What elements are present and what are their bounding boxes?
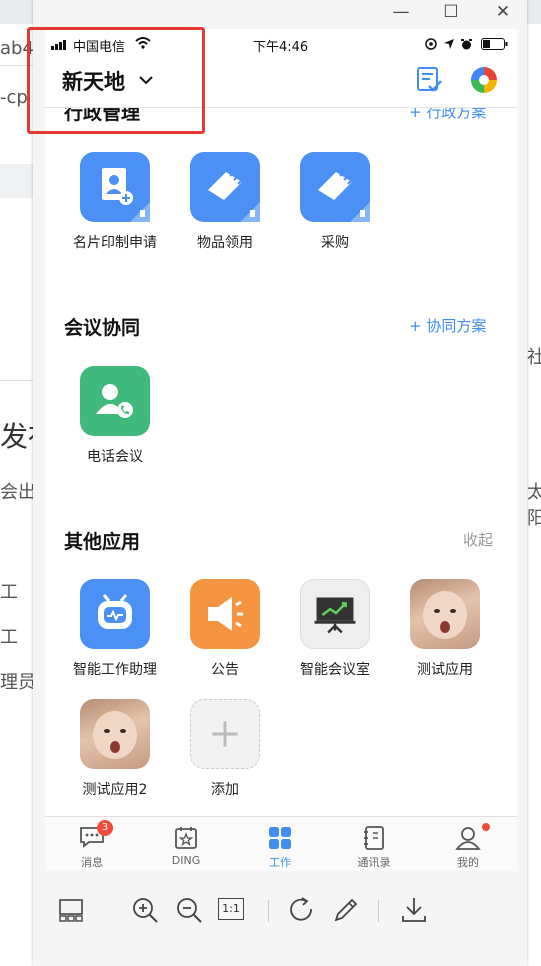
background-fragment: 社	[527, 347, 541, 368]
app-label: 智能工作助理	[73, 662, 157, 678]
workspace-logo-icon[interactable]	[470, 66, 498, 94]
tab-label: 工作	[269, 856, 291, 869]
location-lock-icon	[425, 38, 437, 50]
section-title-other: 其他应用	[64, 531, 141, 553]
background-divider	[0, 380, 33, 381]
tab-label: 消息	[81, 856, 103, 869]
maximize-button[interactable]: ☐	[439, 2, 463, 22]
app-label: 公告	[211, 662, 239, 678]
time-label: 下午4:46	[253, 40, 309, 55]
megaphone-icon	[190, 579, 260, 649]
background-fragment: 理员	[0, 672, 36, 693]
download-icon[interactable]	[399, 895, 429, 925]
phone-conference-icon	[80, 366, 150, 436]
zoom-out-icon[interactable]	[174, 895, 204, 925]
actual-size-button[interactable]: 1:1	[218, 898, 244, 920]
tab-messages[interactable]: 3 消息	[45, 817, 139, 871]
tab-label: 我的	[457, 856, 479, 869]
minimize-button[interactable]: —	[389, 2, 413, 22]
notification-dot	[482, 823, 490, 831]
battery-icon	[481, 38, 508, 50]
app-label: 名片印制申请	[73, 235, 157, 251]
highlight-box	[27, 27, 205, 134]
background-fragment: 太阳	[527, 482, 541, 529]
rotate-icon[interactable]	[287, 895, 317, 925]
robot-icon	[80, 579, 150, 649]
tab-contacts[interactable]: 通讯录	[327, 817, 421, 871]
app-label: 物品领用	[197, 235, 253, 251]
toolbar-divider	[378, 900, 379, 922]
app-label: 智能会议室	[300, 662, 370, 678]
thumbnail-icon[interactable]	[57, 895, 87, 925]
tab-ding[interactable]: DING	[139, 817, 233, 871]
pencil-icon[interactable]	[331, 895, 361, 925]
unread-badge: 3	[97, 820, 113, 836]
app-label: 电话会议	[87, 449, 143, 465]
location-arrow-icon	[444, 39, 454, 49]
eraser-icon	[300, 152, 370, 222]
baby-photo-icon	[80, 699, 150, 769]
viewer-toolbar: 1:1	[45, 880, 515, 944]
tab-label: 通讯录	[357, 856, 391, 869]
business-card-icon	[80, 152, 150, 222]
workspace-content: 行政管理 + 行政方案 名片印制申请 物品领用 采购 会议协同 + 协同方案 电…	[45, 108, 517, 816]
collapse-link[interactable]: 收起	[463, 529, 493, 550]
tab-work[interactable]: 工作	[233, 817, 327, 871]
toolbar-divider	[268, 900, 269, 922]
person-icon	[455, 827, 481, 850]
admin-plan-link[interactable]: + 行政方案	[409, 108, 486, 122]
baby-photo-icon	[410, 579, 480, 649]
close-button[interactable]: ✕	[491, 2, 515, 22]
contacts-book-icon	[364, 826, 384, 850]
presentation-icon	[300, 579, 370, 649]
background-fragment: -cp	[0, 87, 28, 108]
approval-list-icon[interactable]	[416, 66, 442, 94]
eraser-icon	[190, 152, 260, 222]
background-band	[0, 164, 33, 198]
section-title-meeting: 会议协同	[64, 317, 141, 339]
plus-icon	[190, 699, 260, 769]
app-label: 测试应用2	[82, 782, 148, 798]
ding-icon	[175, 827, 197, 849]
tab-bar: 3 消息 DING 工作 通讯录 我的	[45, 816, 517, 871]
app-label: 添加	[211, 782, 239, 798]
app-label: 测试应用	[417, 662, 473, 678]
zoom-in-icon[interactable]	[130, 895, 160, 925]
grid-icon	[269, 827, 291, 849]
background-fragment: 工	[0, 627, 18, 648]
alarm-icon	[461, 39, 472, 50]
tab-me[interactable]: 我的	[421, 817, 515, 871]
phone-screen: 中国电信 下午4:46 新天地 行政管理 + 行政方案 名片印制申请 物品领用 …	[45, 29, 517, 871]
background-fragment: 工	[0, 582, 18, 603]
app-label: 采购	[321, 235, 349, 251]
meeting-plan-link[interactable]: + 协同方案	[409, 315, 486, 336]
tab-label: DING	[171, 854, 201, 867]
